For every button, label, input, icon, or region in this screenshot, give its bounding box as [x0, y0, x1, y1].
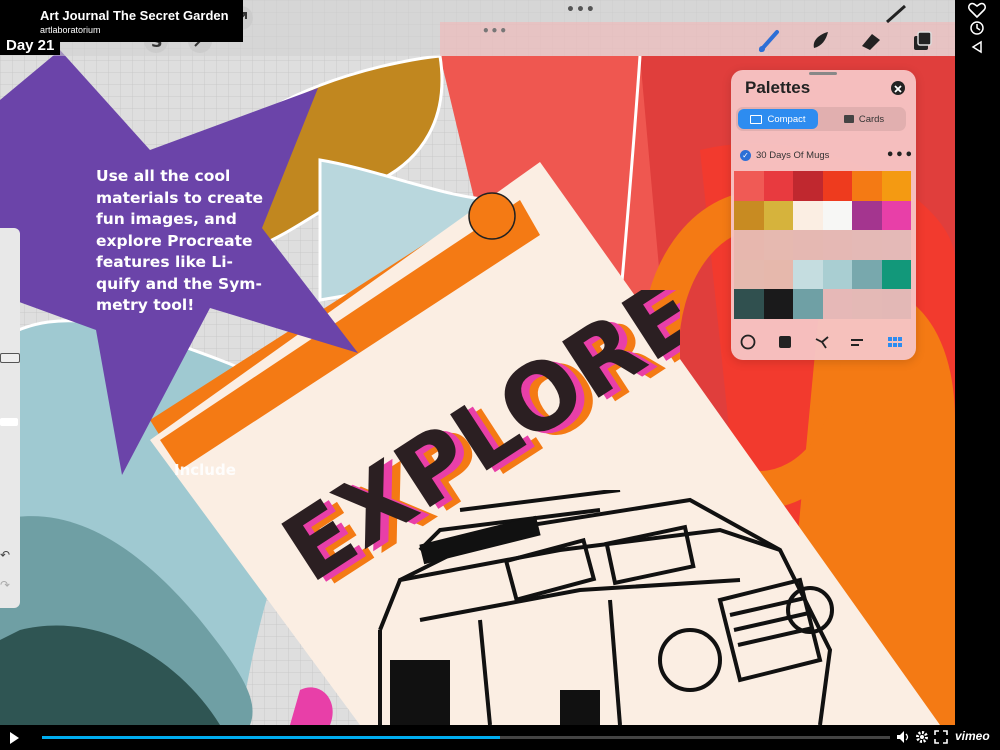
canvas-handle-icon[interactable]: ••• [482, 24, 508, 38]
play-icon[interactable] [10, 732, 19, 744]
compact-icon [750, 114, 763, 124]
color-swatch[interactable] [881, 171, 911, 201]
value-mode-icon[interactable] [849, 334, 865, 350]
disc-mode-icon[interactable] [740, 334, 756, 350]
clock-icon[interactable] [967, 18, 987, 38]
day-label: Day 21 [0, 36, 61, 55]
car-illustration [378, 490, 834, 725]
tab-compact[interactable]: Compact [738, 109, 818, 129]
color-swatch[interactable] [852, 200, 882, 230]
eraser-icon[interactable] [858, 28, 884, 54]
color-swatch[interactable] [822, 230, 852, 260]
settings-gear-icon[interactable] [915, 730, 929, 744]
color-swatch[interactable] [793, 230, 823, 260]
color-swatch[interactable] [763, 230, 793, 260]
star-caption: Use all the cool materials to create fun… [96, 167, 264, 314]
color-swatch[interactable] [793, 289, 823, 319]
classic-mode-icon[interactable] [777, 334, 793, 350]
palette-header[interactable]: ✓ 30 Days Of Mugs [740, 150, 829, 161]
color-swatch[interactable] [852, 230, 882, 260]
color-swatch[interactable] [734, 200, 764, 230]
volume-icon[interactable] [896, 730, 910, 744]
tab-cards[interactable]: Cards [824, 109, 904, 129]
palette-name: 30 Days Of Mugs [756, 150, 830, 161]
cards-icon [843, 115, 854, 123]
color-swatch[interactable] [822, 259, 852, 289]
color-swatch[interactable] [881, 259, 911, 289]
color-swatch[interactable] [793, 171, 823, 201]
modify-button[interactable] [0, 353, 20, 363]
redo-icon[interactable]: ↷ [0, 578, 10, 592]
layers-icon[interactable] [909, 28, 935, 54]
video-controls: vimeo [0, 725, 1000, 750]
vimeo-logo[interactable]: vimeo [955, 729, 990, 743]
view-mode-toggle: Compact Cards [736, 107, 906, 131]
opacity-slider-thumb[interactable] [0, 418, 18, 426]
color-swatch[interactable] [734, 289, 764, 319]
video-title[interactable]: Art Journal The Secret Garden [40, 8, 229, 23]
progress-bar[interactable] [42, 736, 890, 739]
color-swatch[interactable] [881, 230, 911, 260]
swatch-grid [734, 171, 911, 319]
heart-icon[interactable] [967, 0, 987, 20]
color-swatch[interactable] [793, 259, 823, 289]
popover-grabber[interactable] [809, 72, 837, 75]
color-swatch[interactable] [822, 200, 852, 230]
progress-fill [42, 736, 500, 739]
color-swatch[interactable] [734, 230, 764, 260]
vimeo-side-actions [955, 0, 1000, 725]
harmony-mode-icon[interactable] [814, 334, 830, 350]
palettes-popover: Palettes Compact Cards ✓ 30 Days Of Mugs… [731, 70, 916, 360]
brush-icon[interactable] [757, 28, 783, 54]
check-icon: ✓ [740, 150, 751, 161]
brush-size-panel[interactable]: ↶ ↷ [0, 228, 20, 608]
color-swatch[interactable] [763, 171, 793, 201]
fullscreen-icon[interactable] [934, 730, 948, 744]
palettes-mode-icon[interactable] [887, 334, 903, 350]
top-more-dots-icon[interactable]: ••• [566, 2, 596, 18]
pencil-top-icon[interactable] [885, 4, 909, 24]
channel-name[interactable]: artlaboratorium [40, 25, 229, 35]
color-swatch[interactable] [763, 200, 793, 230]
tab-cards-label: Cards [858, 113, 885, 125]
color-swatch[interactable] [881, 289, 911, 319]
palettes-title: Palettes [745, 78, 811, 97]
smudge-icon[interactable] [808, 28, 834, 54]
color-swatch[interactable] [734, 259, 764, 289]
palette-more-icon[interactable]: ••• [886, 148, 914, 163]
color-swatch[interactable] [763, 259, 793, 289]
include-caption: Include [174, 461, 236, 479]
undo-icon[interactable]: ↶ [0, 548, 10, 562]
share-icon[interactable] [967, 37, 987, 57]
color-swatch[interactable] [734, 171, 764, 201]
color-swatch[interactable] [852, 259, 882, 289]
video-frame[interactable]: EXPLORE EXPLORE EXPLORE Use all the cool… [0, 0, 955, 725]
color-swatch[interactable] [793, 200, 823, 230]
color-swatch[interactable] [881, 200, 911, 230]
tab-compact-label: Compact [767, 113, 806, 125]
color-swatch[interactable] [852, 171, 882, 201]
color-swatch[interactable] [822, 171, 852, 201]
color-swatch[interactable] [763, 289, 793, 319]
color-swatch[interactable] [852, 289, 882, 319]
close-icon[interactable] [891, 81, 905, 95]
color-mode-bar [731, 328, 911, 356]
color-swatch[interactable] [822, 289, 852, 319]
